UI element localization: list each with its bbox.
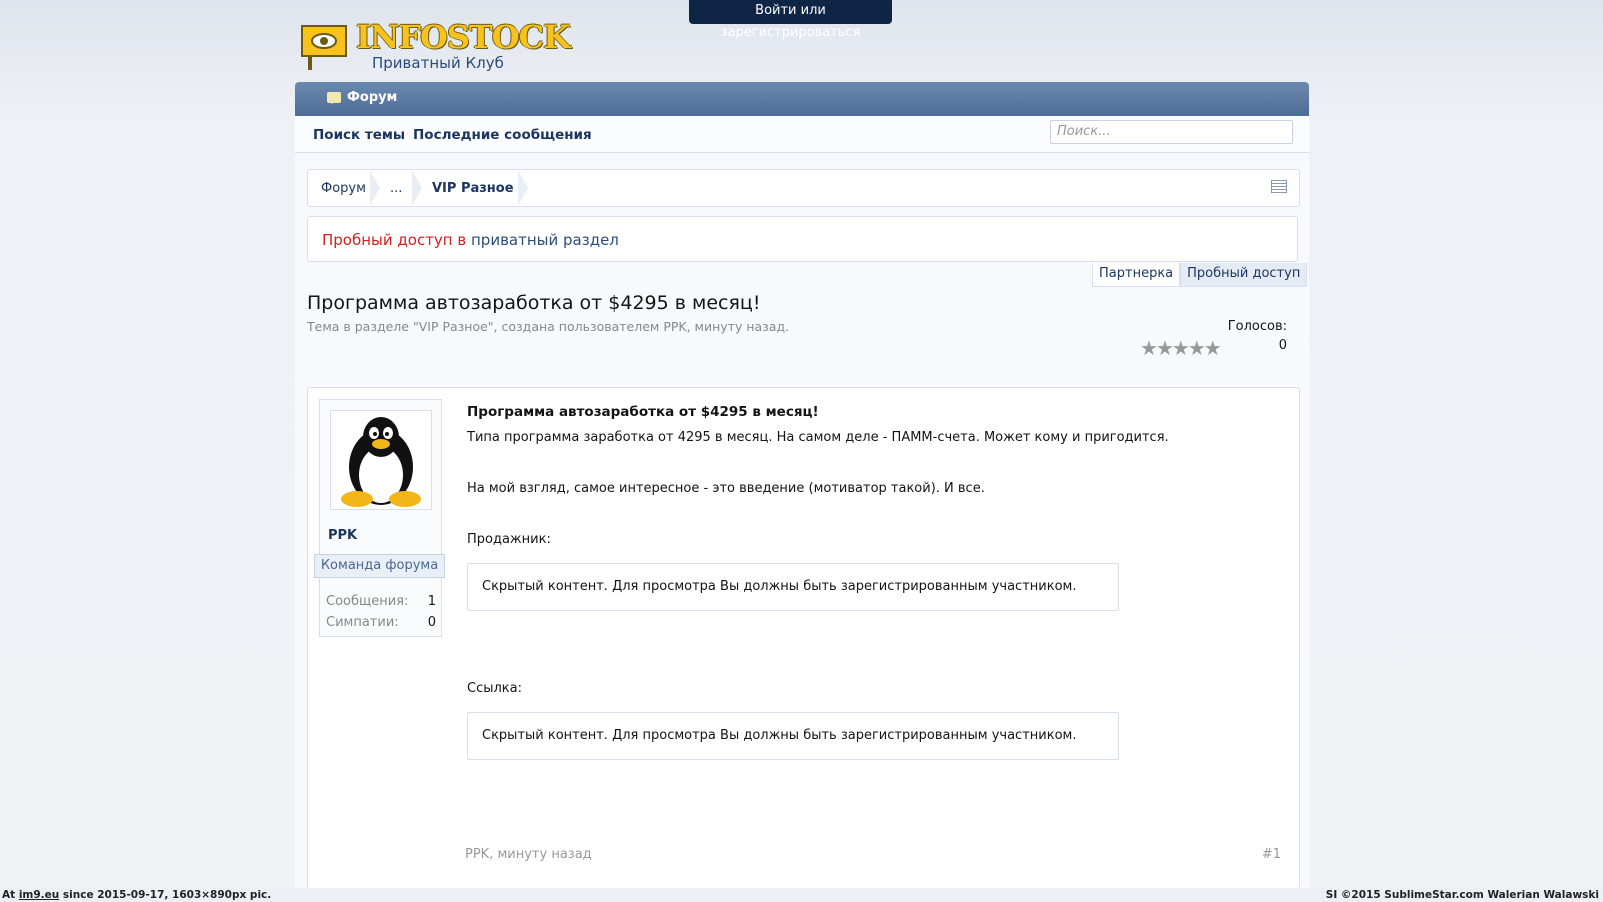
star-icon[interactable]: ★ — [1140, 336, 1158, 360]
votes-label: Голосов: — [1227, 319, 1287, 334]
stat-label: Сообщения: — [326, 594, 409, 609]
username[interactable]: PPK — [328, 528, 357, 543]
main-container: Форум Поиск темы Последние сообщения Пои… — [295, 82, 1309, 902]
breadcrumb-separator — [518, 170, 532, 206]
jump-menu-icon[interactable] — [1271, 180, 1287, 193]
post: PPK Команда форума Сообщения: 1 Симпатии… — [307, 387, 1300, 889]
post-author-time[interactable]: PPK, минуту назад — [465, 847, 592, 862]
thread-meta: Тема в разделе "VIP Разное", создана пол… — [307, 319, 790, 334]
post-text-line: На мой взгляд, самое интересное - это вв… — [467, 481, 985, 496]
image-watermark: At im9.eu since 2015-09-17, 1603×890px p… — [0, 888, 1603, 902]
notice-trial-link[interactable]: Пробный доступ в — [322, 231, 466, 249]
logo-subtitle: Приватный Клуб — [372, 54, 504, 72]
stat-value[interactable]: 1 — [428, 594, 436, 609]
post-text-line: Типа программа заработка от 4295 в месяц… — [467, 430, 1169, 445]
breadcrumb-separator — [370, 170, 384, 206]
notice-banner: Пробный доступ в приватный раздел — [307, 216, 1298, 262]
logo-text: INFOSTOCK — [356, 18, 571, 56]
notice-private-link[interactable]: приватный раздел — [466, 231, 619, 249]
watermark-left: At im9.eu since 2015-09-17, 1603×890px p… — [2, 888, 271, 902]
sub-nav: Поиск темы Последние сообщения Поиск... — [295, 116, 1309, 153]
search-input[interactable]: Поиск... — [1050, 120, 1293, 144]
breadcrumb-forum[interactable]: Форум — [321, 181, 366, 196]
site-logo[interactable]: INFOSTOCK Приватный Клуб — [300, 18, 571, 74]
breadcrumb-ellipsis[interactable]: ... — [390, 181, 402, 196]
watermark-site-link[interactable]: im9.eu — [19, 889, 59, 901]
star-icon[interactable]: ★ — [1172, 336, 1190, 360]
recent-posts-link[interactable]: Последние сообщения — [413, 127, 592, 143]
tab-partner[interactable]: Партнерка — [1092, 263, 1181, 287]
chat-icon — [327, 92, 341, 104]
user-card: PPK Команда форума Сообщения: 1 Симпатии… — [314, 399, 445, 637]
notice-tabs: Партнерка Пробный доступ — [1092, 263, 1308, 287]
eye-sign-icon — [301, 25, 347, 70]
rating-stars[interactable]: ★★★★★ — [1140, 336, 1222, 360]
watermark-right: SI ©2015 SublimeStar.com Walerian Walaws… — [1325, 889, 1599, 901]
stat-label: Симпатии: — [326, 615, 399, 630]
breadcrumb-vip[interactable]: VIP Разное — [432, 181, 514, 196]
star-icon[interactable]: ★ — [1156, 336, 1174, 360]
watermark-rest: since 2015-09-17, 1603×890px pic. — [59, 889, 272, 901]
seller-label: Продажник: — [467, 532, 551, 547]
stat-likes: Симпатии: 0 — [326, 615, 436, 630]
tab-forum[interactable]: Форум — [327, 90, 397, 105]
post-permalink[interactable]: #1 — [1262, 847, 1281, 862]
link-label: Ссылка: — [467, 681, 522, 696]
breadcrumb-separator — [412, 170, 426, 206]
tab-trial[interactable]: Пробный доступ — [1180, 263, 1308, 287]
watermark-prefix: At — [2, 889, 19, 901]
stat-value: 0 — [427, 615, 436, 630]
search-threads-link[interactable]: Поиск темы — [313, 127, 405, 143]
hidden-content-box: Скрытый контент. Для просмотра Вы должны… — [467, 712, 1119, 760]
login-register-button[interactable]: Войти или зарегистрироваться — [689, 0, 892, 40]
penguin-icon — [341, 417, 421, 507]
avatar[interactable] — [330, 410, 432, 510]
post-title: Программа автозаработка от $4295 в месяц… — [467, 404, 819, 420]
stat-messages: Сообщения: 1 — [326, 594, 436, 609]
tab-forum-label: Форум — [347, 90, 398, 105]
breadcrumb: Форум ... VIP Разное — [307, 169, 1300, 207]
star-icon[interactable]: ★ — [1188, 336, 1206, 360]
star-icon[interactable]: ★ — [1204, 336, 1222, 360]
nav-bar: Форум — [295, 82, 1309, 116]
user-role-badge: Команда форума — [314, 554, 445, 578]
votes-count: 0 — [1278, 338, 1287, 353]
thread-title: Программа автозаработка от $4295 в месяц… — [307, 292, 761, 314]
hidden-content-box: Скрытый контент. Для просмотра Вы должны… — [467, 563, 1119, 611]
